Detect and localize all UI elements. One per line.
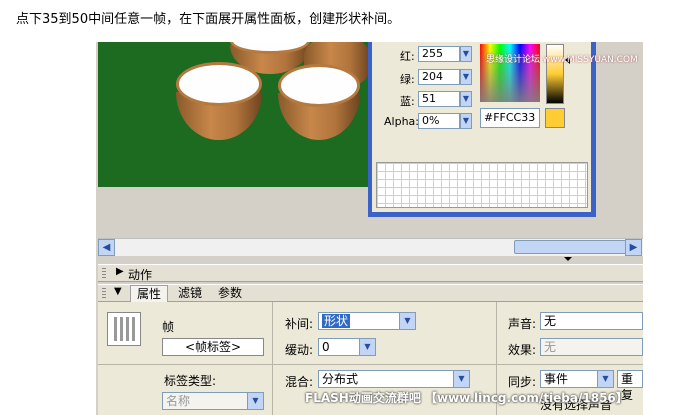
effect-select[interactable]: 无 [540, 338, 643, 356]
sync-select[interactable]: 事件 ▼ [540, 370, 614, 388]
ease-label: 缓动: [285, 343, 314, 357]
divider [98, 364, 643, 365]
red-label: 红: [400, 50, 415, 63]
label-type-label: 标签类型: [164, 374, 217, 388]
actions-panel-header[interactable]: ▶ 动作 [98, 264, 643, 282]
scroll-right-icon[interactable]: ▶ [625, 239, 642, 256]
color-swatch [545, 108, 565, 128]
ease-value: 0 [322, 340, 330, 354]
blend-label: 混合: [285, 375, 314, 389]
swatch-grid[interactable] [376, 162, 588, 208]
sound-value: 无 [544, 314, 557, 328]
properties-panel-header: ▼ 属性 滤镜 参数 [98, 284, 643, 302]
actions-panel-title: 动作 [128, 268, 153, 282]
sync-value: 事件 [544, 372, 569, 386]
frame-icon [107, 312, 141, 346]
green-spinner[interactable]: ▼ [460, 69, 472, 85]
blend-value: 分布式 [322, 372, 359, 386]
instruction-text: 点下35到50中间任意一帧，在下面展开属性面板，创建形状补间。 [16, 12, 401, 27]
chevron-down-icon[interactable]: ▼ [359, 339, 375, 355]
red-spinner[interactable]: ▼ [460, 46, 472, 62]
green-field[interactable]: 204 [418, 69, 460, 85]
sound-select[interactable]: 无 [540, 312, 643, 330]
tab-filters[interactable]: 滤镜 [172, 285, 208, 302]
collapse-arrow-icon[interactable] [564, 257, 572, 261]
alpha-field[interactable]: 0% [418, 113, 460, 129]
stage-scrollbar[interactable]: ◀ ▶ [98, 238, 643, 256]
chevron-down-icon[interactable]: ▼ [597, 371, 613, 387]
blend-select[interactable]: 分布式 ▼ [318, 370, 470, 388]
panel-splitter[interactable] [98, 256, 643, 264]
stage[interactable] [98, 42, 370, 187]
expand-arrow-icon[interactable]: ▶ [116, 266, 124, 277]
tween-label: 补间: [285, 317, 314, 331]
alpha-spinner[interactable]: ▼ [460, 113, 472, 129]
chevron-down-icon[interactable]: ▼ [453, 371, 469, 387]
divider [272, 302, 273, 415]
sync-label: 同步: [508, 375, 537, 389]
chevron-down-icon[interactable]: ▼ [399, 313, 415, 329]
grip-icon[interactable] [102, 268, 106, 279]
sound-label: 声音: [508, 317, 537, 331]
scroll-thumb[interactable] [514, 240, 632, 254]
tab-parameters[interactable]: 参数 [212, 285, 248, 302]
green-label: 绿: [400, 73, 415, 86]
blue-field[interactable]: 51 [418, 91, 460, 107]
tab-properties[interactable]: 属性 [130, 285, 169, 302]
frame-label: 帧 [162, 320, 175, 334]
ease-field[interactable]: 0 ▼ [318, 338, 376, 356]
chevron-down-icon[interactable]: ▼ [247, 393, 263, 409]
scroll-left-icon[interactable]: ◀ [98, 239, 115, 256]
collapse-arrow-icon[interactable]: ▼ [114, 286, 122, 297]
watermark-top: 思缘设计论坛 www.MISSYUAN.COM [486, 55, 638, 65]
work-area [98, 187, 370, 237]
grip-icon[interactable] [102, 288, 106, 299]
blue-label: 蓝: [400, 95, 415, 108]
label-type-value: 名称 [166, 394, 191, 408]
effect-value: 无 [544, 340, 557, 354]
blue-spinner[interactable]: ▼ [460, 91, 472, 107]
tween-select[interactable]: 形状 ▼ [318, 312, 416, 330]
red-field[interactable]: 255 [418, 46, 460, 62]
frame-label-field[interactable]: <帧标签> [162, 338, 264, 356]
bowl-center [278, 64, 360, 140]
watermark-bottom: FLASH动画交流群吧 【www.lincg.com/tieba/1856】 [305, 391, 628, 405]
effect-label: 效果: [508, 343, 537, 357]
bowl-left [176, 62, 262, 140]
label-type-select[interactable]: 名称 ▼ [162, 392, 264, 410]
hex-field[interactable]: #FFCC33 [480, 108, 540, 128]
alpha-label: Alpha: [384, 115, 419, 128]
tween-value: 形状 [322, 314, 351, 328]
repeat-select[interactable]: 重复 [617, 370, 643, 402]
